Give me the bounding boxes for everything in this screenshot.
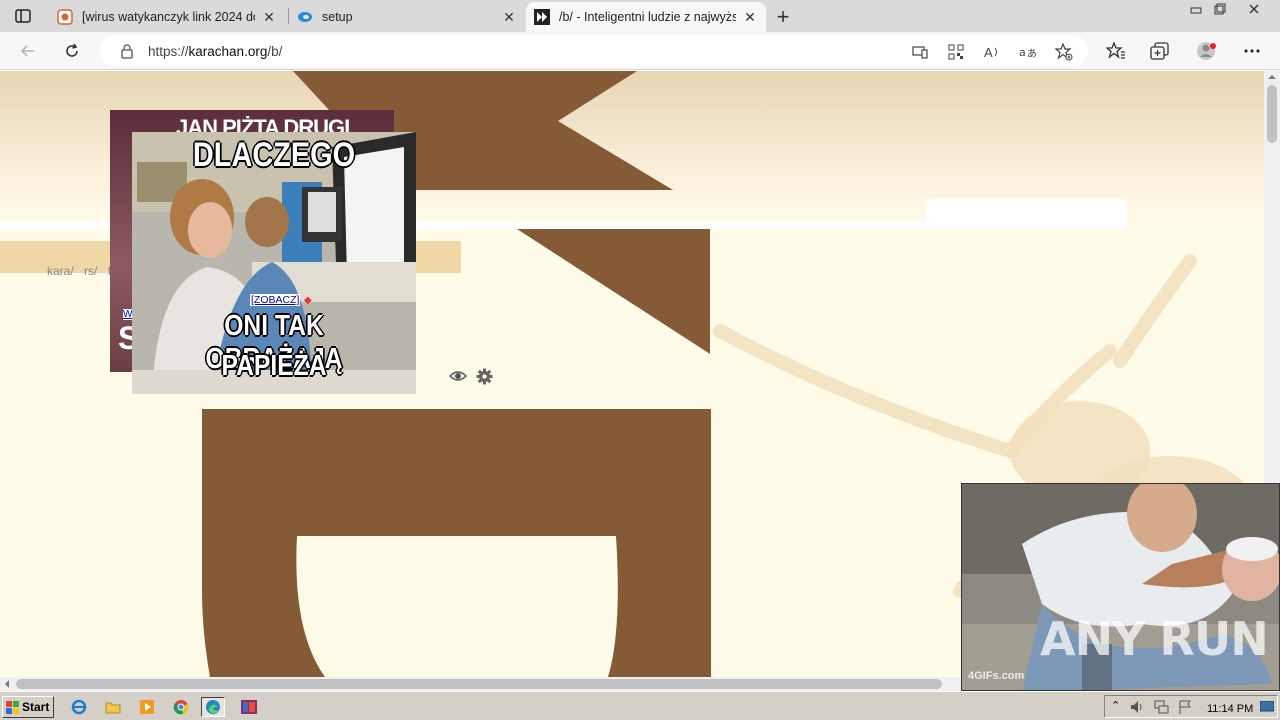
svg-text:a: a xyxy=(1019,46,1026,59)
chrome-taskbar-icon[interactable] xyxy=(170,697,192,717)
close-tab-icon[interactable]: ✕ xyxy=(501,9,517,26)
board-link-rs[interactable]: rs/ xyxy=(84,264,97,278)
lock-icon[interactable] xyxy=(120,43,134,62)
address-toolbar: https://karachan.org/b/ A aあ xyxy=(0,32,1280,70)
winrar-taskbar-icon[interactable] xyxy=(238,697,260,717)
collections-icon[interactable] xyxy=(1150,41,1170,61)
translate-icon[interactable]: aあ xyxy=(1019,43,1037,61)
read-aloud-icon[interactable]: A xyxy=(983,43,1001,61)
edge-icon xyxy=(297,9,313,25)
new-tab-button[interactable]: + xyxy=(772,4,794,30)
anyrun-watermark: ANY RUN xyxy=(1040,612,1269,666)
horizontal-scroll-thumb[interactable] xyxy=(16,679,942,689)
volume-icon[interactable] xyxy=(1129,699,1145,715)
vertical-scroll-thumb[interactable] xyxy=(1267,85,1277,143)
pin-icon: ◆ xyxy=(304,295,312,306)
tab-actions-icon[interactable] xyxy=(14,8,32,24)
favorites-icon[interactable] xyxy=(1106,41,1126,61)
meme-top-text: DLACZEGO xyxy=(192,136,356,174)
tab-title: setup xyxy=(322,10,353,24)
eye-icon[interactable] xyxy=(448,369,468,386)
board-link-kara[interactable]: kara/ xyxy=(47,264,74,278)
refresh-button[interactable] xyxy=(61,40,83,62)
qr-code-icon[interactable] xyxy=(947,43,965,61)
taskbar: Start ⌃ 11:14 PM xyxy=(0,691,1280,720)
tab-setup[interactable]: setup ✕ xyxy=(289,2,525,32)
tab-karachan[interactable]: /b/ - Inteligentni ludzie z najwyżs ✕ xyxy=(526,2,766,32)
gif-overlay[interactable]: ANY RUN 4GIFs.com xyxy=(961,483,1280,691)
svg-text:A: A xyxy=(984,45,993,60)
url-text[interactable]: https://karachan.org/b/ xyxy=(148,44,282,59)
show-desktop-icon[interactable] xyxy=(1260,701,1274,713)
back-button[interactable] xyxy=(17,40,39,62)
add-favorite-icon[interactable] xyxy=(1055,43,1073,61)
tab-strip: [wirus watykanczyk link 2024 do ✕ setup … xyxy=(0,0,1280,32)
tab-title: /b/ - Inteligentni ludzie z najwyżs xyxy=(559,10,736,24)
clock[interactable]: 11:14 PM xyxy=(1207,703,1253,715)
karachan-icon xyxy=(534,9,550,25)
tab-title: [wirus watykanczyk link 2024 do xyxy=(82,10,255,24)
gif-source-label: 4GIFs.com xyxy=(968,670,1025,682)
more-options-icon[interactable] xyxy=(1242,41,1262,61)
flag-icon[interactable] xyxy=(1177,699,1193,715)
start-button[interactable]: Start xyxy=(2,696,54,718)
restore-icon[interactable] xyxy=(1208,0,1232,18)
close-window-icon[interactable] xyxy=(1242,0,1266,18)
folder-taskbar-icon[interactable] xyxy=(102,697,124,717)
board-links: kara/ rs/ f xyxy=(47,264,118,278)
address-bar[interactable]: https://karachan.org/b/ A aあ xyxy=(100,35,1088,67)
close-tab-icon[interactable]: ✕ xyxy=(742,9,758,26)
tray-expand-icon[interactable]: ⌃ xyxy=(1111,699,1120,712)
network-icon[interactable] xyxy=(1153,699,1169,715)
document-icon xyxy=(57,9,73,25)
meme-bottom-line-2: PAPIEŻA xyxy=(221,350,327,382)
gear-icon[interactable] xyxy=(476,368,493,388)
close-tab-icon[interactable]: ✕ xyxy=(261,9,277,26)
zobacz-link[interactable]: [ZOBACZ] xyxy=(250,294,301,306)
svg-text:あ: あ xyxy=(1027,48,1037,60)
edge-taskbar-icon[interactable] xyxy=(201,697,225,717)
start-label: Start xyxy=(22,700,50,714)
tab-wirus[interactable]: [wirus watykanczyk link 2024 do ✕ xyxy=(49,2,285,32)
minimize-icon[interactable] xyxy=(1184,0,1208,18)
media-player-taskbar-icon[interactable] xyxy=(136,697,158,717)
windows-logo-icon xyxy=(6,700,19,714)
header-box xyxy=(926,199,1126,229)
ie-taskbar-icon[interactable] xyxy=(68,697,90,717)
profile-avatar-icon[interactable] xyxy=(1196,41,1216,61)
meme-image-front[interactable]: DLACZEGO ONI TAK OBRAŻAJĄ PAPIEŻA xyxy=(132,132,416,394)
app-available-icon[interactable] xyxy=(911,43,929,61)
